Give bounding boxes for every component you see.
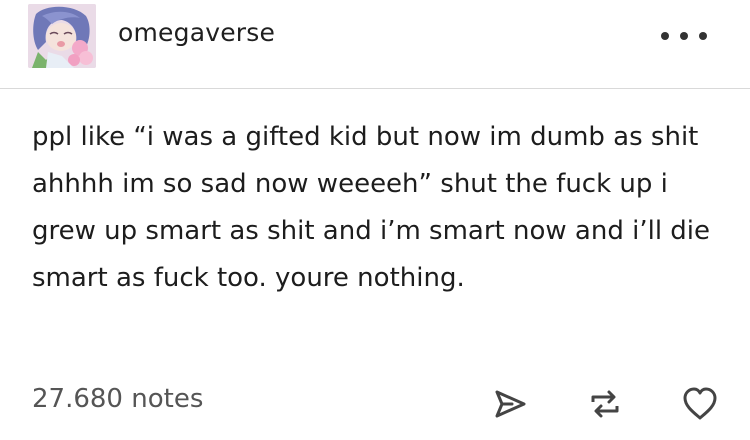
reblog-icon: [591, 390, 619, 418]
username[interactable]: omegaverse: [118, 18, 275, 47]
avatar[interactable]: [28, 4, 96, 68]
more-dot: [699, 32, 707, 40]
reblog-button[interactable]: [585, 384, 625, 424]
notes-count[interactable]: 27.680 notes: [32, 384, 203, 414]
share-button[interactable]: [490, 384, 530, 424]
more-dot: [680, 32, 688, 40]
more-options-button[interactable]: [661, 28, 707, 44]
heart-icon: [683, 387, 717, 420]
avatar-illustration: [28, 4, 96, 68]
post-header: omegaverse: [0, 0, 750, 89]
post-text: ppl like “i was a gifted kid but now im …: [32, 122, 711, 293]
more-dot: [661, 32, 669, 40]
share-icon: [495, 390, 526, 418]
like-button[interactable]: [680, 384, 720, 424]
